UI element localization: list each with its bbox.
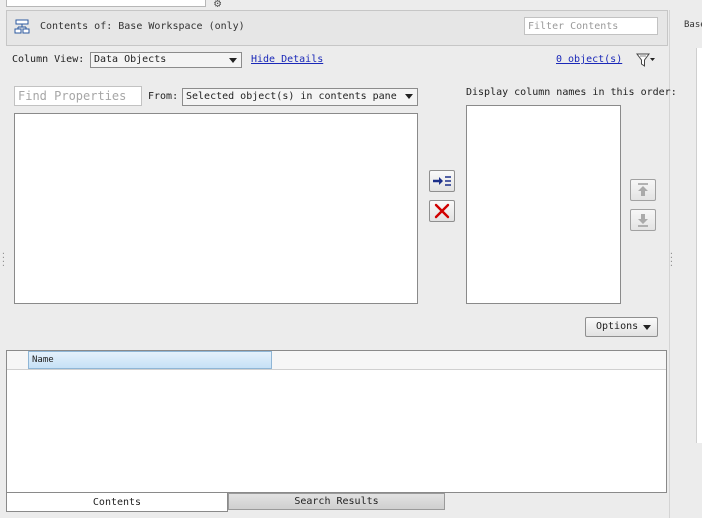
column-view-label: Column View: xyxy=(12,54,85,65)
column-view-select[interactable]: Data Objects xyxy=(90,52,242,68)
chevron-down-icon xyxy=(643,325,651,330)
options-label: Options xyxy=(596,321,639,332)
move-down-button[interactable] xyxy=(630,209,656,231)
display-order-label: Display column names in this order: xyxy=(466,87,677,98)
display-columns-list[interactable] xyxy=(466,105,621,304)
remove-column-button[interactable] xyxy=(429,200,455,222)
add-column-icon xyxy=(433,176,451,186)
find-properties-input[interactable] xyxy=(14,86,142,106)
table-column-header-name[interactable]: Name xyxy=(28,351,272,369)
right-panel-content xyxy=(696,48,702,443)
options-button[interactable]: Options xyxy=(585,317,658,337)
remove-column-icon xyxy=(434,203,450,219)
column-view-selected: Data Objects xyxy=(94,54,167,65)
gear-icon[interactable]: ⚙ xyxy=(214,0,221,10)
move-up-icon xyxy=(638,183,648,196)
chevron-down-icon xyxy=(405,94,413,99)
workspace-icon xyxy=(14,19,30,34)
chevron-down-icon xyxy=(229,58,237,63)
top-input-field[interactable] xyxy=(6,0,206,7)
filter-contents-input[interactable] xyxy=(524,17,658,35)
funnel-icon[interactable] xyxy=(636,52,656,68)
left-splitter-handle[interactable]: · · · · xyxy=(1,250,6,270)
right-splitter-handle[interactable]: · · · · xyxy=(669,250,674,270)
contents-table[interactable] xyxy=(6,350,667,493)
properties-list[interactable] xyxy=(14,113,418,304)
tab-contents[interactable]: Contents xyxy=(6,493,228,512)
contents-title: Contents of: Base Workspace (only) xyxy=(40,21,245,32)
from-source-selected: Selected object(s) in contents pane xyxy=(186,91,397,102)
from-source-select[interactable]: Selected object(s) in contents pane xyxy=(182,88,418,106)
from-label: From: xyxy=(148,91,179,102)
add-column-button[interactable] xyxy=(429,170,455,192)
move-up-button[interactable] xyxy=(630,179,656,201)
tab-search-results[interactable]: Search Results xyxy=(228,493,445,510)
move-down-icon xyxy=(638,214,648,227)
hide-details-link[interactable]: Hide Details xyxy=(251,54,323,65)
object-count-link[interactable]: 0 object(s) xyxy=(556,54,622,65)
right-panel-label: Base xyxy=(684,20,702,30)
